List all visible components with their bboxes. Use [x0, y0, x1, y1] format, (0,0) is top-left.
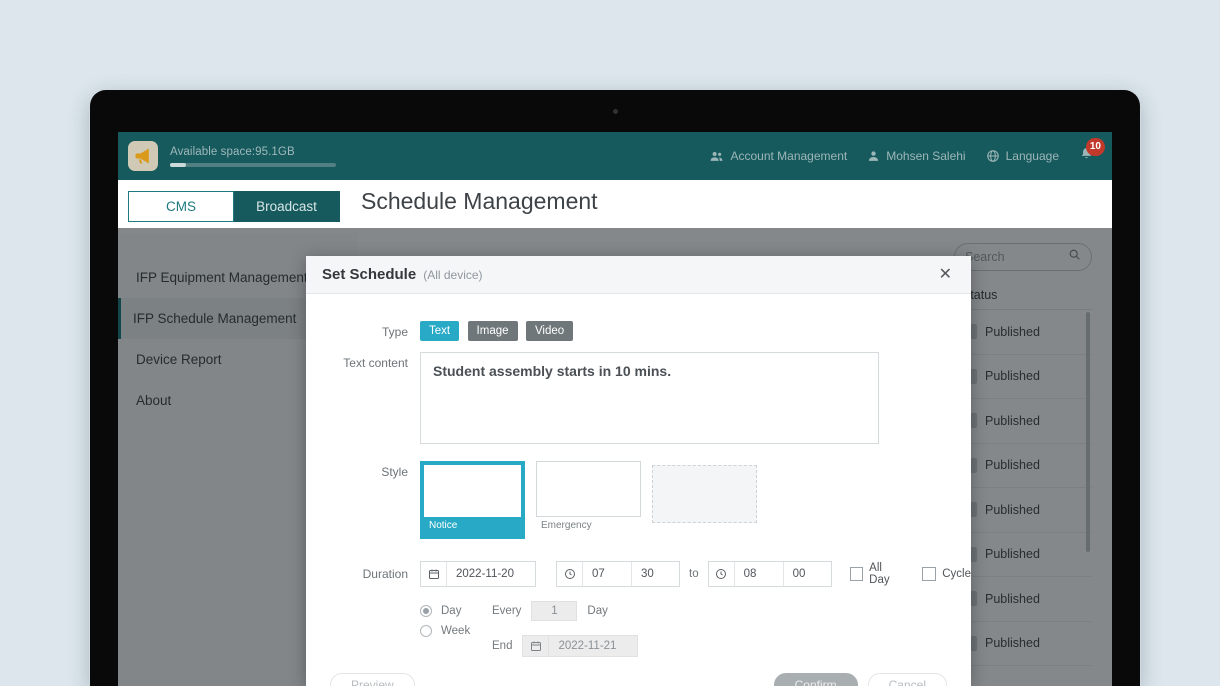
- user-name-label: Mohsen Salehi: [886, 149, 965, 163]
- notifications-button[interactable]: 10: [1079, 146, 1098, 167]
- app-header: Available space:95.1GB Account Managemen…: [118, 132, 1112, 180]
- style-option-placeholder[interactable]: [652, 465, 757, 523]
- every-label: Every: [492, 605, 521, 617]
- storage-progress-bar: [170, 163, 336, 167]
- duration-label: Duration: [306, 567, 420, 581]
- set-schedule-dialog: Set Schedule (All device) ✕ Type Text Im…: [306, 256, 971, 686]
- style-preview-thumbnail: [536, 461, 641, 517]
- dialog-footer: Preview Confirm Cancel: [306, 657, 971, 686]
- style-preview-thumbnail: [424, 465, 521, 517]
- duration-to-label: to: [689, 568, 699, 580]
- tab-broadcast-label: Broadcast: [256, 199, 317, 214]
- dialog-subtitle: (All device): [423, 268, 482, 282]
- user-icon: [867, 149, 880, 163]
- cycle-label: Cycle: [942, 568, 971, 580]
- megaphone-icon: [128, 141, 158, 171]
- recurrence-radio-group: Day Week: [420, 601, 492, 641]
- start-time-input[interactable]: 07 30: [556, 561, 680, 587]
- end-row: End 2022-11-21: [492, 635, 638, 657]
- start-hour-value: 07: [583, 562, 631, 586]
- style-option-emergency[interactable]: Emergency: [536, 461, 641, 535]
- language-label: Language: [1006, 149, 1059, 163]
- clock-icon: [709, 562, 735, 586]
- checkbox-icon: [850, 567, 864, 581]
- storage-progress-fill: [170, 163, 186, 167]
- type-option-label: Video: [535, 325, 564, 337]
- recurrence-field: Day Week Every 1 Day: [306, 601, 971, 657]
- notification-badge: 10: [1086, 138, 1105, 156]
- every-value-input[interactable]: 1: [531, 601, 577, 621]
- end-label: End: [492, 640, 512, 652]
- storage-indicator: Available space:95.1GB: [170, 146, 336, 167]
- style-option-label: Notice: [424, 517, 521, 535]
- end-time-input[interactable]: 08 00: [708, 561, 832, 587]
- duration-controls: 2022-11-20 07 30 to: [420, 561, 971, 587]
- text-content-input[interactable]: [420, 352, 879, 444]
- device-frame: Available space:95.1GB Account Managemen…: [90, 90, 1140, 686]
- text-content-field: Text content: [306, 352, 971, 444]
- type-label: Type: [306, 321, 420, 339]
- users-icon: [709, 149, 724, 164]
- preview-button[interactable]: Preview: [330, 673, 415, 686]
- end-minute-value: 00: [783, 562, 831, 586]
- end-date-value: 2022-11-21: [549, 636, 637, 656]
- globe-icon: [986, 149, 1000, 163]
- user-profile-link[interactable]: Mohsen Salehi: [867, 149, 965, 163]
- start-minute-value: 30: [631, 562, 679, 586]
- radio-icon: [420, 625, 432, 637]
- recurrence-day-label: Day: [441, 605, 461, 617]
- checkbox-icon: [922, 567, 936, 581]
- type-button-group: Text Image Video: [420, 321, 577, 341]
- every-row: Every 1 Day: [492, 601, 638, 621]
- storage-label: Available space:95.1GB: [170, 146, 336, 158]
- calendar-icon: [421, 562, 447, 586]
- account-management-link[interactable]: Account Management: [709, 149, 847, 164]
- style-option-group: Notice Emergency: [420, 461, 768, 539]
- end-hour-value: 08: [735, 562, 783, 586]
- tab-cms-label: CMS: [166, 199, 196, 214]
- type-option-video[interactable]: Video: [526, 321, 573, 341]
- duration-date-value: 2022-11-20: [447, 562, 535, 586]
- close-icon[interactable]: ✕: [936, 265, 955, 285]
- calendar-icon: [523, 636, 549, 656]
- dialog-header: Set Schedule (All device) ✕: [306, 256, 971, 294]
- account-management-label: Account Management: [730, 149, 847, 163]
- clock-icon: [557, 562, 583, 586]
- recurrence-option-day[interactable]: Day: [420, 601, 492, 621]
- dialog-body: Type Text Image Video: [306, 321, 971, 686]
- dialog-actions: Confirm Cancel: [774, 673, 947, 686]
- type-option-text[interactable]: Text: [420, 321, 459, 341]
- recurrence-week-label: Week: [441, 625, 470, 637]
- all-day-checkbox[interactable]: All Day: [850, 562, 905, 586]
- tab-broadcast[interactable]: Broadcast: [234, 191, 340, 222]
- header-actions: Account Management Mohsen Salehi: [709, 146, 1098, 167]
- duration-field: Duration 2022-11-20: [306, 561, 971, 587]
- end-date-input[interactable]: 2022-11-21: [522, 635, 638, 657]
- cycle-checkbox[interactable]: Cycle: [922, 567, 971, 581]
- duration-date-input[interactable]: 2022-11-20: [420, 561, 536, 587]
- style-option-label: Emergency: [536, 517, 641, 535]
- cancel-button[interactable]: Cancel: [868, 673, 947, 686]
- main-tabs: CMS Broadcast: [128, 191, 340, 222]
- style-label: Style: [306, 461, 420, 479]
- recurrence-option-week[interactable]: Week: [420, 621, 492, 641]
- tab-cms[interactable]: CMS: [128, 191, 234, 222]
- style-option-notice[interactable]: Notice: [420, 461, 525, 539]
- camera-dot: [613, 109, 618, 114]
- type-option-label: Text: [429, 325, 450, 337]
- confirm-button[interactable]: Confirm: [774, 673, 858, 686]
- app-screen: Available space:95.1GB Account Managemen…: [118, 132, 1112, 686]
- type-option-image[interactable]: Image: [468, 321, 518, 341]
- all-day-label: All Day: [869, 562, 904, 586]
- page-title: Schedule Management: [361, 188, 598, 215]
- radio-icon: [420, 605, 432, 617]
- style-field: Style Notice Emergency: [306, 461, 971, 539]
- dialog-title: Set Schedule: [322, 266, 416, 283]
- every-unit-label: Day: [587, 605, 607, 617]
- type-option-label: Image: [477, 325, 509, 337]
- text-content-label: Text content: [306, 352, 420, 370]
- recurrence-settings: Every 1 Day End: [492, 601, 638, 657]
- language-link[interactable]: Language: [986, 149, 1059, 163]
- type-field: Type Text Image Video: [306, 321, 971, 341]
